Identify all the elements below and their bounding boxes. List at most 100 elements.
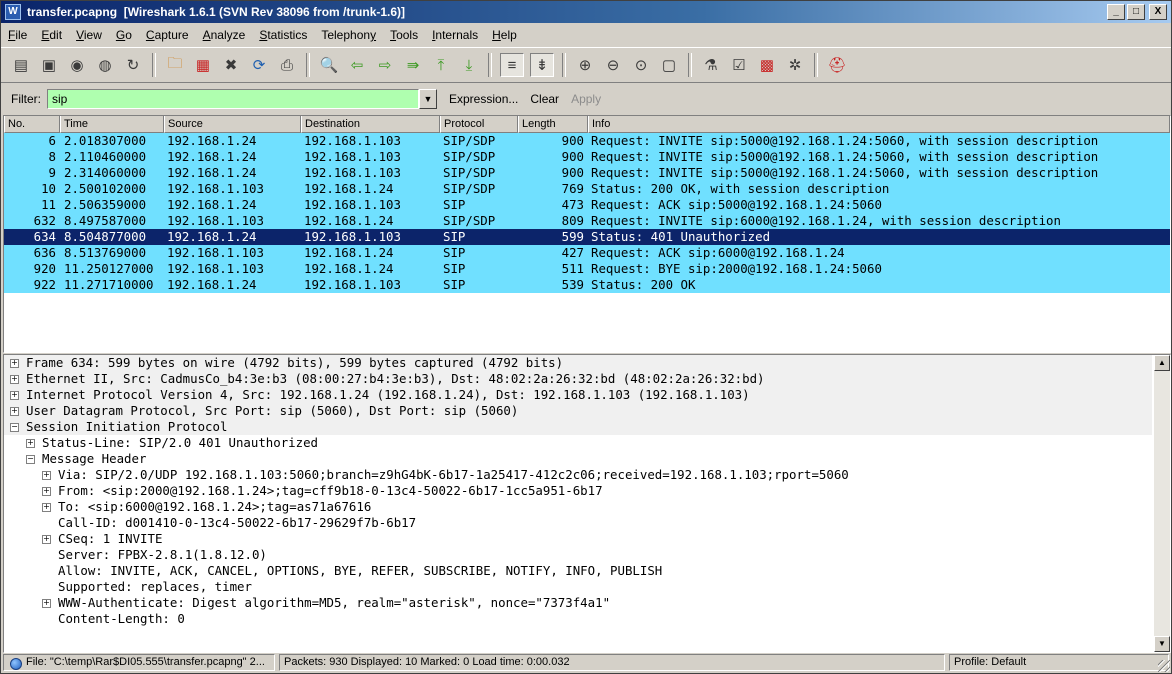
menu-item[interactable]: Statistics xyxy=(252,28,314,42)
column-header[interactable]: Time xyxy=(60,116,164,133)
column-header[interactable]: Protocol xyxy=(440,116,518,133)
packet-details-tree[interactable]: + Frame 634: 599 bytes on wire (4792 bits… xyxy=(3,354,1171,653)
tree-node[interactable]: − Session Initiation Protocol xyxy=(4,419,1152,435)
display-filter-input[interactable]: sip xyxy=(47,89,419,109)
details-vertical-scrollbar[interactable]: ▲ ▼ xyxy=(1154,355,1170,652)
collapse-icon[interactable]: − xyxy=(26,455,35,464)
column-header[interactable]: Length xyxy=(518,116,588,133)
column-header[interactable]: Source xyxy=(164,116,301,133)
tree-node[interactable]: + Ethernet II, Src: CadmusCo_b4:3e:b3 (08… xyxy=(4,371,1152,387)
tree-node[interactable]: + To: <sip:6000@192.168.1.24>;tag=as71a67… xyxy=(4,499,1152,515)
status-profile[interactable]: Profile: Default xyxy=(949,654,1169,671)
column-header[interactable]: No. xyxy=(4,116,60,133)
first-packet-icon[interactable]: ⤒ xyxy=(430,54,452,76)
menu-item[interactable]: Analyze xyxy=(196,28,253,42)
packet-row[interactable]: 634 8.504877000 192.168.1.24 192.168.1.103 S… xyxy=(4,229,1170,245)
packet-row[interactable]: 6 2.018307000 192.168.1.24 192.168.1.103 SIP… xyxy=(4,133,1170,149)
auto-scroll-icon[interactable]: ⇟ xyxy=(530,53,554,77)
save-file-icon[interactable]: ▦ xyxy=(192,54,214,76)
packet-row[interactable]: 636 8.513769000 192.168.1.103 192.168.1.24 S… xyxy=(4,245,1170,261)
expand-icon[interactable]: + xyxy=(10,375,19,384)
apply-button[interactable]: Apply xyxy=(571,92,601,106)
menu-item[interactable]: Telephony xyxy=(314,28,383,42)
expand-icon[interactable]: + xyxy=(42,503,51,512)
menu-item[interactable]: Capture xyxy=(139,28,196,42)
scroll-down-icon[interactable]: ▼ xyxy=(1154,636,1170,652)
maximize-button[interactable]: □ xyxy=(1127,4,1145,20)
close-button[interactable]: X xyxy=(1149,4,1167,20)
clear-button[interactable]: Clear xyxy=(530,92,559,106)
capture-options-icon[interactable]: ▣ xyxy=(38,54,60,76)
help-icon[interactable]: ⛑ xyxy=(826,54,848,76)
column-header[interactable]: Info xyxy=(588,116,1170,133)
menu-item[interactable]: File xyxy=(1,28,34,42)
capture-filters-icon[interactable]: ⚗ xyxy=(700,54,722,76)
menu-item[interactable]: Go xyxy=(109,28,139,42)
tree-node[interactable]: Call-ID: d001410-0-13c4-50022-6b17-29629… xyxy=(4,515,1152,531)
menu-item[interactable]: Tools xyxy=(383,28,425,42)
wireshark-app-icon[interactable]: W xyxy=(5,4,21,20)
minimize-button[interactable]: _ xyxy=(1107,4,1125,20)
tree-node[interactable]: Supported: replaces, timer xyxy=(4,579,1152,595)
expand-icon[interactable]: + xyxy=(10,407,19,416)
tree-node[interactable]: + From: <sip:2000@192.168.1.24>;tag=cff9b… xyxy=(4,483,1152,499)
expand-icon[interactable]: + xyxy=(26,439,35,448)
collapse-icon[interactable]: − xyxy=(10,423,19,432)
go-forward-icon[interactable]: ⇨ xyxy=(374,54,396,76)
resize-grip-icon[interactable] xyxy=(1158,660,1170,672)
close-file-icon[interactable]: ✖ xyxy=(220,54,242,76)
packet-row[interactable]: 10 2.500102000 192.168.1.103 192.168.1.24 SI… xyxy=(4,181,1170,197)
tree-node[interactable]: + Frame 634: 599 bytes on wire (4792 bits… xyxy=(4,355,1152,371)
expand-icon[interactable]: + xyxy=(42,487,51,496)
tree-node[interactable]: + CSeq: 1 INVITE xyxy=(4,531,1152,547)
find-packet-icon[interactable]: 🔍 xyxy=(318,54,340,76)
zoom-normal-icon[interactable]: ⊙ xyxy=(630,54,652,76)
tree-node[interactable]: Server: FPBX-2.8.1(1.8.12.0) xyxy=(4,547,1152,563)
expand-icon[interactable]: + xyxy=(10,391,19,400)
colorize-icon[interactable]: ≡ xyxy=(500,53,524,77)
tree-node[interactable]: + Via: SIP/2.0/UDP 192.168.1.103:5060;bra… xyxy=(4,467,1152,483)
go-to-packet-icon[interactable]: ⇛ xyxy=(402,54,424,76)
column-header[interactable]: Destination xyxy=(301,116,440,133)
tree-node[interactable]: + User Datagram Protocol, Src Port: sip (… xyxy=(4,403,1152,419)
go-back-icon[interactable]: ⇦ xyxy=(346,54,368,76)
packet-row[interactable]: 632 8.497587000 192.168.1.103 192.168.1.24 S… xyxy=(4,213,1170,229)
print-icon[interactable]: ⎙ xyxy=(276,54,298,76)
expand-icon[interactable]: + xyxy=(42,471,51,480)
preferences-icon[interactable]: ✲ xyxy=(784,54,806,76)
zoom-out-icon[interactable]: ⊖ xyxy=(602,54,624,76)
tree-node[interactable]: − Message Header xyxy=(4,451,1152,467)
packet-row[interactable]: 920 11.250127000 192.168.1.103 192.168.1.24… xyxy=(4,261,1170,277)
expression-button[interactable]: Expression... xyxy=(449,92,518,106)
restart-capture-icon[interactable]: ↻ xyxy=(122,54,144,76)
packet-row[interactable]: 11 2.506359000 192.168.1.24 192.168.1.103 SI… xyxy=(4,197,1170,213)
expert-info-icon[interactable] xyxy=(10,658,22,670)
menu-item[interactable]: Internals xyxy=(425,28,485,42)
resize-columns-icon[interactable]: ▢ xyxy=(658,54,680,76)
reload-icon[interactable]: ⟳ xyxy=(248,54,270,76)
scroll-up-icon[interactable]: ▲ xyxy=(1154,355,1170,371)
menu-item[interactable]: Edit xyxy=(34,28,69,42)
expand-icon[interactable]: + xyxy=(42,535,51,544)
last-packet-icon[interactable]: ⤓ xyxy=(458,54,480,76)
packet-row[interactable]: 922 11.271710000 192.168.1.24 192.168.1.103… xyxy=(4,277,1170,293)
stop-capture-icon[interactable]: ◍ xyxy=(94,54,116,76)
menu-item[interactable]: View xyxy=(69,28,109,42)
open-file-icon[interactable]: 🗀 xyxy=(164,54,186,76)
tree-node[interactable]: + Internet Protocol Version 4, Src: 192.1… xyxy=(4,387,1152,403)
start-capture-icon[interactable]: ◉ xyxy=(66,54,88,76)
tree-node[interactable]: + Status-Line: SIP/2.0 401 Unauthorized xyxy=(4,435,1152,451)
tree-node[interactable]: Content-Length: 0 xyxy=(4,611,1152,627)
zoom-in-icon[interactable]: ⊕ xyxy=(574,54,596,76)
menu-item[interactable]: Help xyxy=(485,28,524,42)
interfaces-icon[interactable]: ▤ xyxy=(10,54,32,76)
expand-icon[interactable]: + xyxy=(10,359,19,368)
packet-row[interactable]: 9 2.314060000 192.168.1.24 192.168.1.103 SIP… xyxy=(4,165,1170,181)
expand-icon[interactable]: + xyxy=(42,599,51,608)
display-filters-icon[interactable]: ☑ xyxy=(728,54,750,76)
packet-row[interactable]: 8 2.110460000 192.168.1.24 192.168.1.103 SIP… xyxy=(4,149,1170,165)
packet-list[interactable]: No. Time Source Destination Protocol Length In… xyxy=(3,115,1171,353)
filter-dropdown-button[interactable]: ▼ xyxy=(419,89,437,109)
coloring-rules-icon[interactable]: ▩ xyxy=(756,54,778,76)
tree-node[interactable]: + WWW-Authenticate: Digest algorithm=MD5,… xyxy=(4,595,1152,611)
